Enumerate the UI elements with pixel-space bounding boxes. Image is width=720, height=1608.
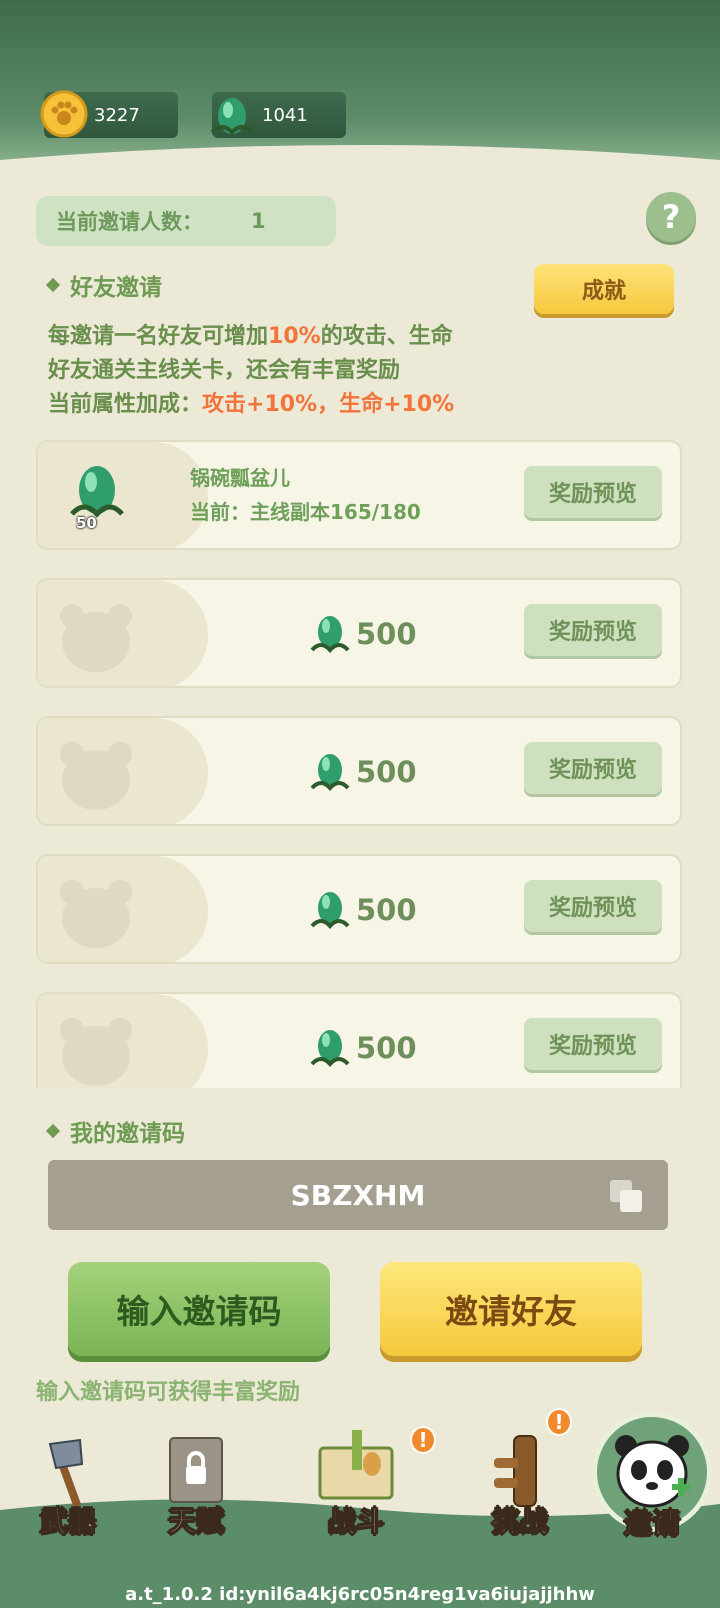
gem-value: 1041 bbox=[262, 104, 308, 126]
desc-text: 的攻击、生命 bbox=[320, 324, 453, 349]
challenge-alert-badge: ! bbox=[546, 1408, 572, 1436]
coin-counter[interactable]: 3227 bbox=[40, 90, 178, 138]
reward-display: 500 bbox=[308, 1024, 417, 1072]
friend-name: 锅碗瓢盆儿 bbox=[190, 466, 290, 490]
invite-slot-card: 500 奖励预览 bbox=[36, 854, 682, 964]
paw-coin-icon bbox=[40, 90, 88, 138]
green-gem-icon bbox=[210, 98, 254, 135]
diamond-bullet-icon bbox=[45, 277, 61, 293]
invite-slot-card: 500 奖励预览 bbox=[36, 716, 682, 826]
reward-preview-button[interactable]: 奖励预览 bbox=[524, 742, 662, 794]
desc-text: 当前属性加成： bbox=[48, 392, 203, 417]
invite-desc-line3: 当前属性加成：攻击+10%，生命+10% bbox=[48, 386, 454, 418]
friend-invite-title-text: 好友邀请 bbox=[70, 275, 162, 301]
friend-badge: 50 bbox=[76, 514, 97, 532]
invite-desc-line1: 每邀请一名好友可增加10%的攻击、生命 bbox=[48, 318, 453, 350]
empty-bear-icon bbox=[60, 604, 132, 672]
invite-friends-button[interactable]: 邀请好友 bbox=[380, 1262, 642, 1356]
nav-battle-label: 战斗 bbox=[327, 1505, 384, 1539]
reward-preview-button[interactable]: 奖励预览 bbox=[524, 880, 662, 932]
invite-count-value: 1 bbox=[251, 209, 266, 233]
reward-display: 500 bbox=[308, 610, 417, 658]
green-gem-icon bbox=[310, 616, 350, 653]
reward-amount: 500 bbox=[356, 893, 417, 927]
nav-weapon[interactable]: 武器 bbox=[18, 1430, 118, 1540]
green-gem-icon bbox=[310, 892, 350, 929]
my-code-title: 我的邀请码 bbox=[45, 1114, 185, 1148]
reward-preview-button[interactable]: 奖励预览 bbox=[524, 604, 662, 656]
reward-display: 500 bbox=[308, 748, 417, 796]
nav-weapon-label: 武器 bbox=[39, 1505, 96, 1539]
nav-talent[interactable]: 天赋 bbox=[146, 1430, 246, 1540]
reward-preview-button[interactable]: 奖励预览 bbox=[524, 466, 662, 518]
nav-invite-label: 邀请 bbox=[623, 1507, 680, 1541]
reward-preview-button[interactable]: 奖励预览 bbox=[524, 1018, 662, 1070]
gem-counter[interactable]: 1041 bbox=[210, 92, 346, 138]
invite-slot-card: 500 奖励预览 bbox=[36, 578, 682, 688]
green-gem-icon bbox=[310, 754, 350, 791]
coin-value: 3227 bbox=[94, 104, 140, 126]
enter-code-hint: 输入邀请码可获得丰富奖励 bbox=[36, 1380, 301, 1405]
friend-progress: 当前：主线副本165/180 bbox=[190, 500, 421, 524]
axe-icon bbox=[48, 1438, 84, 1508]
friend-invite-title: 好友邀请 bbox=[45, 268, 162, 302]
empty-bear-icon bbox=[60, 1018, 132, 1086]
achievement-button[interactable]: 成就 bbox=[534, 264, 674, 314]
friend-gem-avatar-icon bbox=[70, 466, 124, 518]
reward-display: 500 bbox=[308, 886, 417, 934]
panda-icon bbox=[615, 1435, 690, 1508]
desc-highlight: 攻击+10%，生命+10% bbox=[202, 392, 455, 417]
nav-talent-label: 天赋 bbox=[167, 1505, 224, 1539]
invite-code-box[interactable]: SBZXHM bbox=[48, 1160, 668, 1230]
nav-invite[interactable]: 邀请 bbox=[592, 1396, 712, 1542]
version-text: a.t_1.0.2 id:ynil6a4kj6rc05n4reg1va6iuja… bbox=[125, 1584, 595, 1605]
enter-invite-code-button[interactable]: 输入邀请码 bbox=[68, 1262, 330, 1356]
empty-bear-icon bbox=[60, 880, 132, 948]
green-gem-icon bbox=[310, 1030, 350, 1067]
desc-text: 每邀请一名好友可增加 bbox=[48, 324, 269, 349]
diamond-bullet-icon bbox=[45, 1123, 61, 1139]
copy-icon[interactable] bbox=[608, 1178, 644, 1214]
invite-count-label: 当前邀请人数： bbox=[56, 210, 203, 234]
friend-card: 50 锅碗瓢盆儿 当前：主线副本165/180 奖励预览 bbox=[36, 440, 682, 550]
wooden-post-icon bbox=[494, 1435, 537, 1507]
header-curve bbox=[0, 145, 720, 200]
locked-book-icon bbox=[169, 1437, 223, 1503]
empty-bear-icon bbox=[60, 742, 132, 810]
desc-highlight: 10% bbox=[268, 324, 321, 349]
reward-amount: 500 bbox=[356, 617, 417, 651]
nav-challenge[interactable]: ! 挑战 bbox=[470, 1408, 572, 1540]
invite-count-bar: 当前邀请人数： 1 bbox=[36, 196, 336, 246]
question-icon: ? bbox=[661, 198, 681, 236]
reward-amount: 500 bbox=[356, 1031, 417, 1065]
help-button[interactable]: ? bbox=[646, 192, 696, 242]
reward-amount: 500 bbox=[356, 755, 417, 789]
invite-slot-card: 500 奖励预览 bbox=[36, 992, 682, 1088]
nav-challenge-label: 挑战 bbox=[491, 1505, 548, 1539]
nav-battle[interactable]: ! 战斗 bbox=[306, 1426, 436, 1540]
my-code-title-text: 我的邀请码 bbox=[70, 1121, 185, 1147]
scroll-map-icon bbox=[318, 1430, 394, 1500]
invite-desc-line2: 好友通关主线关卡，还会有丰富奖励 bbox=[48, 358, 401, 383]
invite-code-value: SBZXHM bbox=[290, 1178, 426, 1212]
battle-alert-badge: ! bbox=[410, 1426, 436, 1454]
